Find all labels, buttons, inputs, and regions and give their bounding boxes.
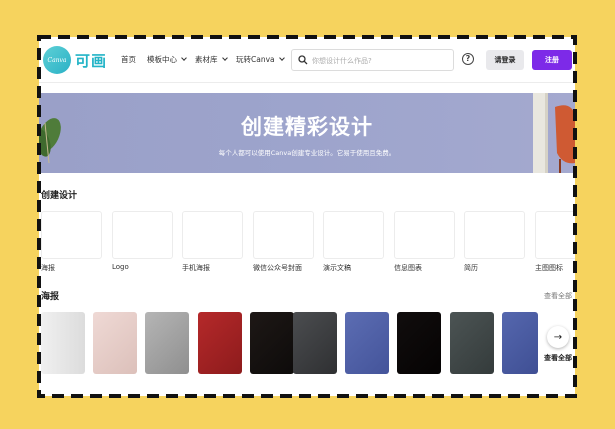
design-label-infographic[interactable]: 信息图表 — [394, 263, 422, 273]
poster-section-title: 海报 — [41, 292, 60, 302]
poster-thumbnail[interactable] — [450, 312, 494, 374]
poster-thumbnail[interactable] — [345, 312, 389, 374]
design-tile[interactable] — [323, 211, 384, 259]
design-tile[interactable] — [464, 211, 525, 259]
chevron-down-icon — [278, 55, 285, 61]
hero-banner: 创建精彩设计 每个人都可以使用Canva创建专业设计。它易于使用且免费。 — [39, 93, 575, 173]
canva-logo-icon[interactable]: Canva — [43, 46, 71, 74]
register-button[interactable]: 注册 — [532, 50, 572, 70]
design-label-resume[interactable]: 简历 — [464, 263, 478, 273]
logo-chinese-text[interactable]: 可画 — [75, 50, 107, 71]
nav-assets-label: 素材库 — [195, 55, 218, 64]
poster-thumbnail[interactable] — [145, 312, 189, 374]
design-tile[interactable] — [535, 211, 575, 259]
nav-home-label: 首页 — [121, 55, 136, 64]
browser-page: Canva 可画 首页 模板中心 素材库 玩转Canva ? 请登录 注册 — [39, 37, 575, 396]
arrow-right-icon: → — [553, 331, 563, 343]
design-label-poster[interactable]: 海报 — [41, 263, 55, 273]
login-button[interactable]: 请登录 — [486, 50, 524, 70]
nav-home[interactable]: 首页 — [121, 54, 136, 65]
search-box[interactable] — [291, 49, 454, 71]
poster-thumbnail[interactable] — [41, 312, 85, 374]
see-all-bottom-link[interactable]: 查看全部 — [544, 353, 572, 363]
nav-templates-label: 模板中心 — [147, 55, 177, 64]
nav-assets[interactable]: 素材库 — [195, 54, 228, 65]
banner-subtitle: 每个人都可以使用Canva创建专业设计。它易于使用且免费。 — [218, 149, 396, 157]
create-section-title: 创建设计 — [41, 191, 78, 201]
design-tile[interactable] — [253, 211, 314, 259]
next-arrow-button[interactable]: → — [547, 326, 569, 348]
poster-thumbnail[interactable] — [397, 312, 441, 374]
poster-thumbnail[interactable] — [293, 312, 337, 374]
nav-explore-label: 玩转Canva — [236, 55, 275, 64]
chevron-down-icon — [221, 55, 228, 61]
poster-thumbnail[interactable] — [502, 312, 538, 374]
design-tile[interactable] — [41, 211, 102, 259]
design-tile[interactable] — [394, 211, 455, 259]
design-tile[interactable] — [112, 211, 173, 259]
banner-title: 创建精彩设计 — [241, 115, 373, 139]
search-input[interactable] — [312, 53, 450, 68]
poster-thumbnail[interactable] — [198, 312, 242, 374]
design-label-logo[interactable]: Logo — [112, 263, 129, 271]
chevron-down-icon — [181, 55, 187, 61]
nav-templates[interactable]: 模板中心 — [147, 54, 187, 65]
design-label-mobile-poster[interactable]: 手机海报 — [182, 263, 210, 273]
top-header: Canva 可画 首页 模板中心 素材库 玩转Canva ? 请登录 注册 — [39, 37, 575, 83]
see-all-link[interactable]: 查看全部 — [544, 291, 572, 301]
help-icon[interactable]: ? — [462, 53, 474, 65]
search-icon — [298, 55, 308, 65]
design-tile[interactable] — [182, 211, 243, 259]
nav-explore[interactable]: 玩转Canva — [236, 54, 285, 65]
logo-text: Canva — [47, 56, 67, 64]
poster-thumbnail[interactable] — [93, 312, 137, 374]
poster-thumbnail[interactable] — [250, 312, 294, 374]
design-label-wechat-cover[interactable]: 微信公众号封面 — [253, 263, 302, 273]
design-label-presentation[interactable]: 演示文稿 — [323, 263, 351, 273]
design-label-product-image[interactable]: 主图图标 — [535, 263, 563, 273]
